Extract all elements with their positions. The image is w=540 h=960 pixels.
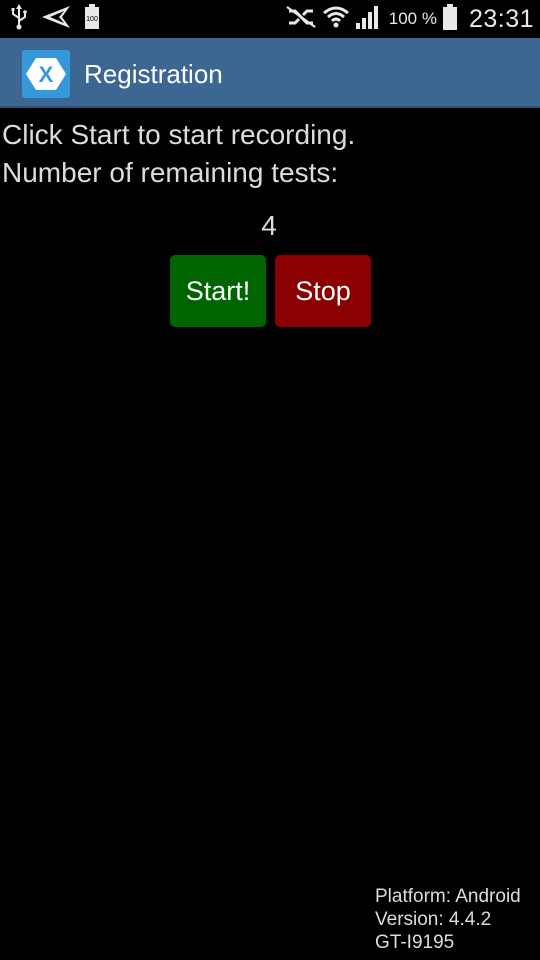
platform-info: Platform: Android Version: 4.4.2 GT-I919… bbox=[375, 885, 521, 954]
action-bar: X Registration bbox=[0, 38, 540, 108]
battery-icon bbox=[442, 3, 457, 35]
status-bar: 100 100 % 23:31 bbox=[0, 0, 540, 38]
page-title: Registration bbox=[84, 59, 223, 89]
instruction-text: Click Start to start recording. bbox=[2, 119, 356, 150]
remaining-tests-label: Number of remaining tests: bbox=[2, 157, 339, 188]
battery-percent: 100 % bbox=[388, 9, 437, 28]
app-logo-letter: X bbox=[39, 62, 54, 87]
status-bar-left: 100 bbox=[10, 3, 100, 35]
wifi-icon bbox=[322, 5, 349, 34]
version-label: Version: 4.4.2 bbox=[375, 909, 492, 930]
battery-saver-icon: 100 bbox=[84, 3, 100, 35]
status-bar-right: 100 % 23:31 bbox=[285, 3, 534, 35]
usb-icon bbox=[10, 3, 28, 35]
stop-button[interactable]: Stop bbox=[275, 255, 371, 327]
start-button[interactable]: Start! bbox=[170, 255, 266, 327]
signal-icon bbox=[355, 5, 381, 34]
app-logo-icon: X bbox=[22, 50, 70, 98]
nfc-muted-icon bbox=[285, 5, 317, 34]
device-model-label: GT-I9195 bbox=[375, 932, 455, 953]
send-icon bbox=[42, 5, 70, 33]
platform-label: Platform: Android bbox=[375, 886, 521, 907]
remaining-tests-count: 4 bbox=[261, 210, 277, 241]
clock: 23:31 bbox=[468, 4, 534, 33]
battery-saver-text: 100 bbox=[86, 16, 98, 23]
app-screen: 100 100 % 23:31 X Registration Click Sta… bbox=[0, 0, 540, 960]
